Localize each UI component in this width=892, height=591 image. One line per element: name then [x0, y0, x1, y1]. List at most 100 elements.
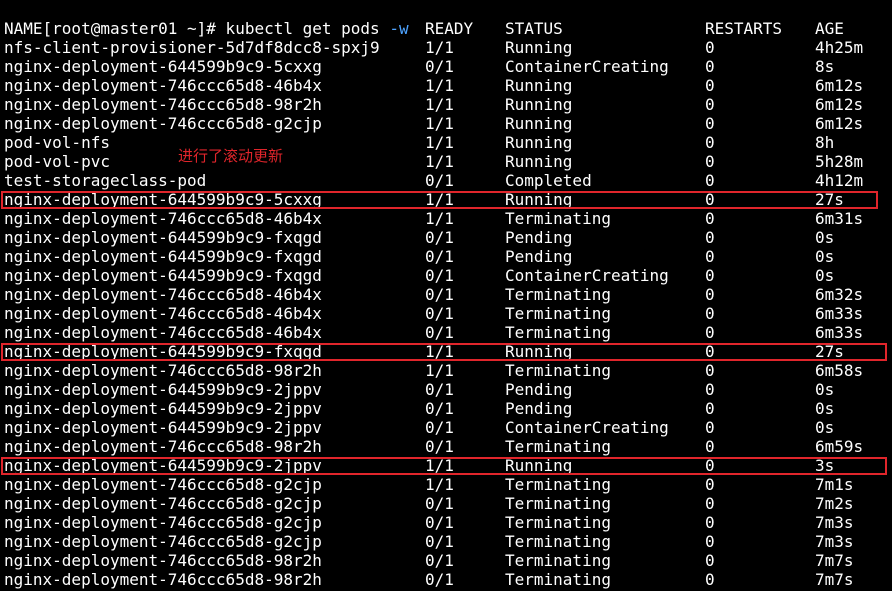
pod-name: nginx-deployment-644599b9c9-2jppv: [4, 380, 322, 399]
pod-name: pod-vol-nfs: [4, 133, 110, 152]
pod-status: Running: [505, 133, 573, 152]
pod-ready: 0/1: [425, 266, 454, 285]
pod-ready: 1/1: [425, 361, 454, 380]
pod-status: Terminating: [505, 323, 611, 342]
pod-age: 0s: [815, 399, 835, 418]
highlight-box-2jppv-running: [1, 457, 887, 475]
pod-status: ContainerCreating: [505, 57, 669, 76]
pod-status: Terminating: [505, 209, 611, 228]
pod-age: 0s: [815, 266, 835, 285]
pod-restarts: 0: [705, 323, 715, 342]
pod-status: Terminating: [505, 437, 611, 456]
pod-name: nginx-deployment-644599b9c9-2jppv: [4, 418, 322, 437]
pod-age: 0s: [815, 228, 835, 247]
pod-age: 7m3s: [815, 532, 854, 551]
column-header-status: STATUS: [505, 19, 563, 38]
pod-age: 0s: [815, 380, 835, 399]
pod-name: nginx-deployment-746ccc65d8-98r2h: [4, 570, 322, 589]
pod-restarts: 0: [705, 209, 715, 228]
pod-restarts: 0: [705, 266, 715, 285]
pod-name: nginx-deployment-746ccc65d8-98r2h: [4, 361, 322, 380]
pod-restarts: 0: [705, 570, 715, 589]
pod-ready: 0/1: [425, 285, 454, 304]
pod-name: nginx-deployment-746ccc65d8-g2cjp: [4, 513, 322, 532]
pod-age: 5h28m: [815, 152, 864, 171]
pod-age: 6m58s: [815, 361, 864, 380]
pod-ready: 0/1: [425, 551, 454, 570]
pod-ready: 1/1: [425, 114, 454, 133]
watch-flag: -w: [389, 19, 409, 38]
pod-age: 7m7s: [815, 551, 854, 570]
pod-ready: 0/1: [425, 304, 454, 323]
pod-ready: 0/1: [425, 247, 454, 266]
pod-restarts: 0: [705, 304, 715, 323]
pod-ready: 0/1: [425, 437, 454, 456]
pod-name: pod-vol-pvc: [4, 152, 110, 171]
pod-status: Terminating: [505, 513, 611, 532]
pod-age: 4h12m: [815, 171, 864, 190]
pod-status: Completed: [505, 171, 592, 190]
pod-ready: 1/1: [425, 38, 454, 57]
command-line: [root@master01 ~]# kubectl get pods -w: [4, 0, 409, 38]
pod-age: 6m33s: [815, 323, 864, 342]
pod-age: 7m2s: [815, 494, 854, 513]
pod-restarts: 0: [705, 95, 715, 114]
pod-name: nginx-deployment-746ccc65d8-46b4x: [4, 304, 322, 323]
pod-restarts: 0: [705, 38, 715, 57]
pod-ready: 1/1: [425, 209, 454, 228]
pod-name: nginx-deployment-644599b9c9-fxqgd: [4, 266, 322, 285]
pod-restarts: 0: [705, 171, 715, 190]
table-header: NAME READY STATUS RESTARTS AGE: [4, 19, 844, 38]
pod-ready: 0/1: [425, 323, 454, 342]
pod-ready: 0/1: [425, 418, 454, 437]
shell-prompt-command: [root@master01 ~]# kubectl get pods: [42, 19, 390, 38]
pod-restarts: 0: [705, 361, 715, 380]
pod-restarts: 0: [705, 437, 715, 456]
pod-name: nginx-deployment-644599b9c9-fxqgd: [4, 228, 322, 247]
pod-status: Running: [505, 95, 573, 114]
pod-ready: 1/1: [425, 76, 454, 95]
pod-name: nginx-deployment-746ccc65d8-g2cjp: [4, 494, 322, 513]
pod-status: Running: [505, 152, 573, 171]
pod-restarts: 0: [705, 418, 715, 437]
pod-age: 0s: [815, 418, 835, 437]
pod-ready: 0/1: [425, 570, 454, 589]
pod-ready: 0/1: [425, 494, 454, 513]
pod-ready: 0/1: [425, 380, 454, 399]
terminal-window[interactable]: [root@master01 ~]# kubectl get pods -w N…: [0, 0, 892, 591]
pod-ready: 1/1: [425, 475, 454, 494]
pod-restarts: 0: [705, 76, 715, 95]
pod-age: 0s: [815, 247, 835, 266]
pod-status: Terminating: [505, 285, 611, 304]
pod-restarts: 0: [705, 114, 715, 133]
pod-ready: 0/1: [425, 532, 454, 551]
pod-ready: 0/1: [425, 228, 454, 247]
pod-ready: 1/1: [425, 152, 454, 171]
pod-status: Terminating: [505, 570, 611, 589]
pod-status: Terminating: [505, 475, 611, 494]
annotation-rolling-update: 进行了滚动更新: [178, 147, 284, 165]
pod-age: 6m59s: [815, 437, 864, 456]
pod-restarts: 0: [705, 513, 715, 532]
pod-restarts: 0: [705, 152, 715, 171]
pod-restarts: 0: [705, 494, 715, 513]
pod-name: nginx-deployment-644599b9c9-2jppv: [4, 399, 322, 418]
pod-name: nfs-client-provisioner-5d7df8dcc8-spxj9: [4, 38, 380, 57]
pod-age: 4h25m: [815, 38, 864, 57]
pod-age: 6m12s: [815, 95, 864, 114]
pod-age: 6m33s: [815, 304, 864, 323]
pod-name: nginx-deployment-746ccc65d8-98r2h: [4, 551, 322, 570]
pod-status: Pending: [505, 399, 573, 418]
pod-restarts: 0: [705, 532, 715, 551]
column-header-name: NAME: [4, 19, 43, 38]
pod-status: Terminating: [505, 361, 611, 380]
pod-restarts: 0: [705, 399, 715, 418]
pod-status: Terminating: [505, 532, 611, 551]
pod-restarts: 0: [705, 380, 715, 399]
column-header-age: AGE: [815, 19, 844, 38]
pod-status: Running: [505, 114, 573, 133]
pod-status: ContainerCreating: [505, 418, 669, 437]
pod-name: nginx-deployment-746ccc65d8-g2cjp: [4, 114, 322, 133]
pod-age: 6m12s: [815, 114, 864, 133]
pod-age: 6m12s: [815, 76, 864, 95]
